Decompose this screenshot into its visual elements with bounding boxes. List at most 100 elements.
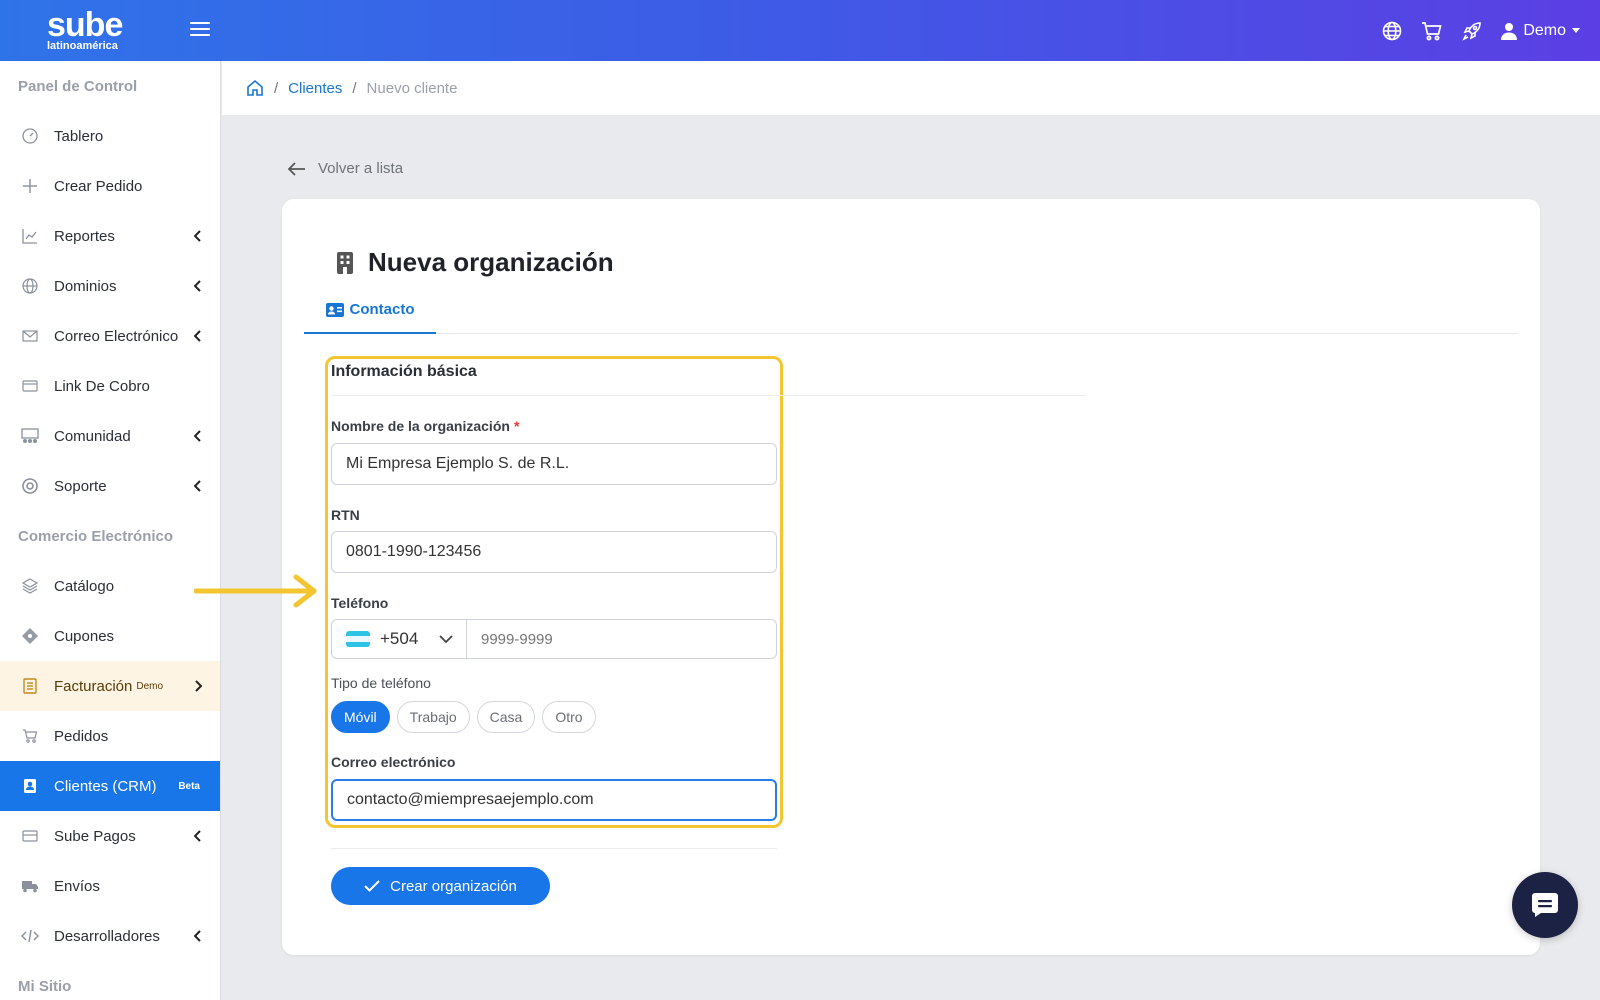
back-label: Volver a lista [318, 160, 404, 177]
card-icon [20, 376, 40, 396]
breadcrumb-current: Nuevo cliente [366, 79, 458, 97]
sidebar-item-sube-pagos[interactable]: Sube Pagos [0, 811, 220, 861]
sidebar-item-envios[interactable]: Envíos [0, 861, 220, 911]
chevron-left-icon [194, 830, 201, 842]
community-icon [20, 426, 40, 446]
layers-icon [20, 576, 40, 596]
sidebar-item-label: Facturación [54, 677, 133, 695]
org-name-label-text: Nombre de la organización [331, 418, 510, 434]
sidebar-item-reportes[interactable]: Reportes [0, 211, 220, 261]
sidebar-item-label: Cupones [54, 627, 115, 645]
chat-widget-button[interactable] [1512, 872, 1578, 938]
annotation-arrow-icon [194, 574, 317, 608]
menu-toggle-icon[interactable] [190, 22, 210, 38]
chevron-left-icon [194, 230, 201, 242]
check-icon [364, 880, 380, 892]
phone-label: Teléfono [331, 595, 389, 611]
sidebar-section-panel: Panel de Control [18, 77, 138, 95]
sidebar-item-label: Dominios [54, 277, 117, 295]
plus-icon [20, 176, 40, 196]
phone-number-input[interactable] [467, 620, 776, 658]
chevron-left-icon [194, 280, 201, 292]
page-title-text: Nueva organización [368, 247, 614, 277]
sidebar-item-dominios[interactable]: Dominios [0, 261, 220, 311]
sidebar-item-clientes-crm[interactable]: Clientes (CRM) Beta [0, 761, 220, 811]
chevron-down-icon [439, 635, 453, 644]
sidebar-item-label: Desarrolladores [54, 927, 160, 945]
chat-icon [1532, 893, 1558, 917]
rtn-label: RTN [331, 507, 360, 523]
invoice-icon [20, 676, 40, 696]
user-name: Demo [1523, 21, 1566, 39]
sidebar-item-crear-pedido[interactable]: Crear Pedido [0, 161, 220, 211]
sidebar-item-tablero[interactable]: Tablero [0, 111, 220, 161]
support-icon [20, 476, 40, 496]
sidebar-item-label: Reportes [54, 227, 115, 245]
sidebar-item-label: Tablero [54, 127, 104, 145]
sidebar-section-mi-sitio: Mi Sitio [18, 977, 72, 995]
required-asterisk: * [513, 418, 520, 434]
email-input[interactable] [331, 779, 777, 821]
phone-type-movil[interactable]: Móvil [331, 701, 390, 733]
chart-icon [20, 226, 40, 246]
phone-type-trabajo[interactable]: Trabajo [396, 701, 470, 733]
sidebar-item-label: Crear Pedido [54, 177, 143, 195]
form-divider [331, 848, 777, 849]
sidebar-item-label: Sube Pagos [54, 827, 136, 845]
sidebar-item-label: Pedidos [54, 727, 109, 745]
demo-superscript: Demo [136, 680, 164, 692]
sidebar-item-label: Clientes (CRM) [54, 777, 157, 795]
back-to-list-link[interactable]: Volver a lista [288, 160, 403, 177]
rtn-input[interactable] [331, 531, 777, 573]
user-icon [1501, 22, 1518, 40]
sidebar-item-soporte[interactable]: Soporte [0, 461, 220, 511]
sidebar-item-correo[interactable]: Correo Electrónico [0, 311, 220, 361]
country-code-select[interactable]: +504 [332, 620, 467, 658]
caret-down-icon [1572, 28, 1580, 33]
org-name-label: Nombre de la organización * [331, 418, 519, 434]
create-organization-button[interactable]: Crear organización [331, 867, 550, 905]
arrow-left-icon [288, 161, 305, 176]
sidebar-item-label: Envíos [54, 877, 100, 895]
sidebar-item-desarrolladores[interactable]: Desarrolladores [0, 911, 220, 961]
ticket-icon [20, 626, 40, 646]
home-icon[interactable] [246, 79, 264, 97]
section-title: Información básica [331, 363, 477, 380]
user-menu[interactable]: Demo [1501, 22, 1580, 40]
sidebar-item-link-de-cobro[interactable]: Link De Cobro [0, 361, 220, 411]
chevron-left-icon [194, 330, 201, 342]
cart-icon[interactable] [1421, 20, 1443, 42]
dashboard-icon [20, 126, 40, 146]
rocket-icon[interactable] [1461, 20, 1483, 42]
country-code-value: +504 [380, 629, 419, 648]
wallet-icon [20, 826, 40, 846]
phone-type-otro[interactable]: Otro [542, 701, 596, 733]
breadcrumb-separator: / [274, 79, 279, 97]
section-divider [331, 395, 1086, 396]
chevron-left-icon [194, 930, 201, 942]
logo[interactable]: sube latinoamérica [0, 0, 180, 61]
sidebar-item-pedidos[interactable]: Pedidos [0, 711, 220, 761]
chevron-right-icon [195, 680, 202, 692]
globe-icon [20, 276, 40, 296]
honduras-flag-icon [346, 631, 370, 647]
email-label: Correo electrónico [331, 754, 456, 770]
sidebar-item-comunidad[interactable]: Comunidad [0, 411, 220, 461]
phone-type-label: Tipo de teléfono [331, 675, 431, 691]
globe-icon[interactable] [1381, 20, 1403, 42]
tab-contacto[interactable]: Contacto [304, 287, 436, 334]
sidebar-item-label: Catálogo [54, 577, 115, 595]
beta-badge: Beta [178, 780, 200, 792]
sidebar-item-cupones[interactable]: Cupones [0, 611, 220, 661]
phone-type-casa[interactable]: Casa [476, 701, 536, 733]
sidebar-item-facturacion[interactable]: Facturación Demo [0, 661, 220, 711]
org-name-input[interactable] [331, 443, 777, 485]
page-title: Nueva organización [336, 247, 614, 278]
logo-subtitle: latinoamérica [47, 39, 118, 52]
sidebar-item-catalogo[interactable]: Catálogo [0, 561, 220, 611]
sidebar-section-comercio: Comercio Electrónico [18, 527, 174, 545]
phone-type-group: Móvil Trabajo Casa Otro [331, 701, 596, 733]
sidebar: Panel de Control Tablero Crear Pedido Re… [0, 61, 221, 1000]
building-icon [337, 251, 353, 274]
breadcrumb-link-clientes[interactable]: Clientes [288, 80, 342, 97]
